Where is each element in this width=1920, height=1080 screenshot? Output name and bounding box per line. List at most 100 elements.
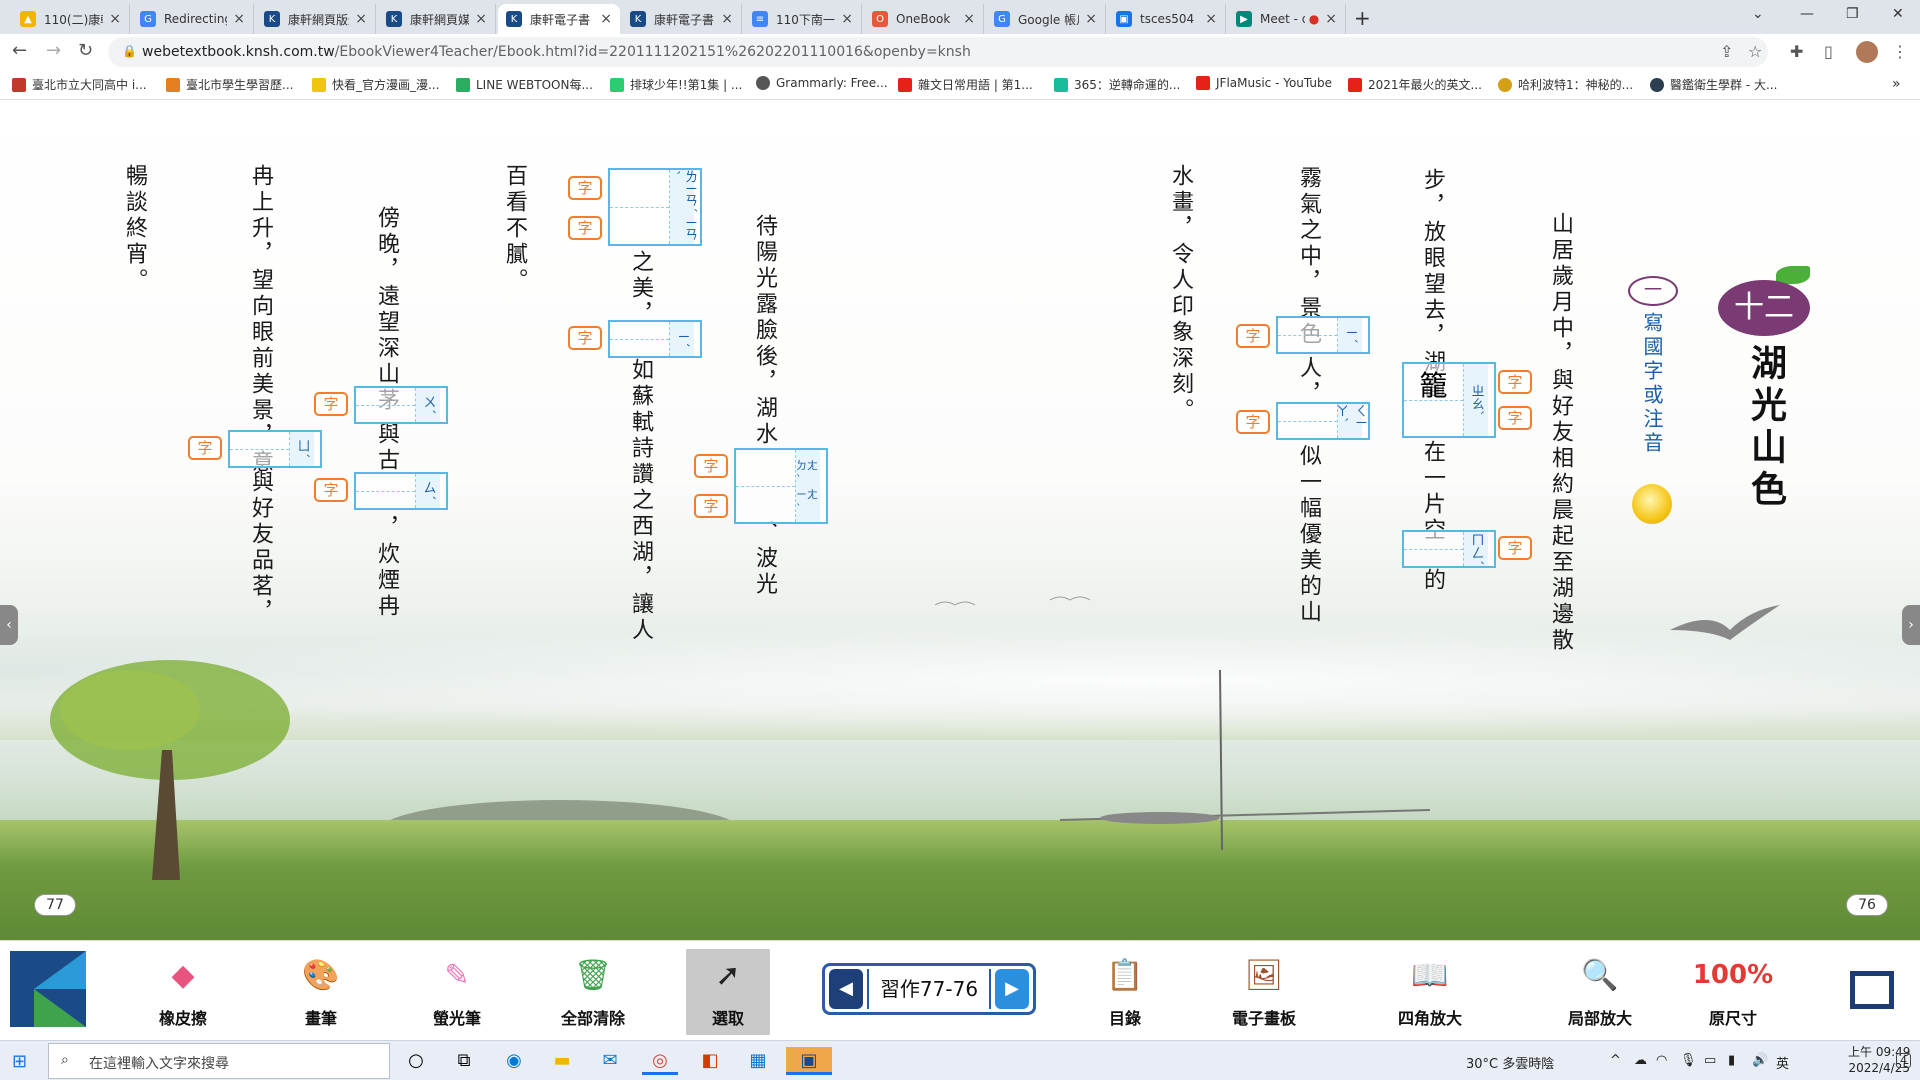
answer-box[interactable]: ㄩˊ — [228, 430, 322, 468]
browser-tab[interactable]: ▶ Meet - dbi ● × — [1228, 4, 1346, 34]
windows-start-icon[interactable]: ⊞ — [12, 1051, 27, 1072]
back-icon[interactable]: ← — [12, 40, 27, 61]
zi-button[interactable]: 字 — [188, 436, 222, 460]
zi-button[interactable]: 字 — [568, 176, 602, 200]
edge-icon[interactable]: ◉ — [496, 1047, 532, 1075]
highlighter-tool[interactable]: ✎ 螢光筆 — [412, 949, 502, 1035]
bookmark-item[interactable]: 2021年最火的英文... — [1348, 76, 1482, 93]
original-size-tool[interactable]: 100% 原尺寸 — [1688, 949, 1778, 1035]
zi-button[interactable]: 字 — [1236, 410, 1270, 434]
knsh-ebook-taskbar-icon[interactable]: ▣ — [786, 1047, 832, 1075]
share-icon[interactable]: ⇪ — [1720, 42, 1733, 61]
next-page-arrow[interactable]: › — [1902, 605, 1920, 645]
microphone-icon[interactable]: 🎙 — [1680, 1053, 1697, 1068]
select-tool[interactable]: ➚ 選取 — [686, 949, 770, 1035]
browser-tab[interactable]: K 康軒網頁版煤體 × — [256, 4, 376, 34]
clear-all-tool[interactable]: 🗑 全部清除 — [548, 949, 638, 1035]
close-tab-icon[interactable]: × — [721, 11, 733, 27]
bookmark-item[interactable]: 雜文日常用語 | 第1... — [898, 76, 1033, 93]
fullscreen-button[interactable] — [1850, 971, 1894, 1009]
bookmarks-overflow-icon[interactable]: » — [1892, 76, 1901, 92]
zi-button[interactable]: 字 — [314, 392, 348, 416]
tab-search-icon[interactable]: ⌄ — [1752, 6, 1764, 22]
next-page-button[interactable]: ▶ — [995, 969, 1029, 1009]
zi-button[interactable]: 字 — [694, 454, 728, 478]
close-tab-icon[interactable]: × — [475, 11, 487, 27]
bookmark-star-icon[interactable]: ☆ — [1748, 42, 1762, 61]
office-icon[interactable]: ◧ — [692, 1047, 728, 1075]
lock-icon[interactable]: 🔒 — [122, 44, 137, 58]
answer-box[interactable]: ㄇㄥˊ — [1402, 530, 1496, 568]
prev-page-arrow[interactable]: ‹ — [0, 605, 18, 645]
network-icon[interactable]: ☁ — [1634, 1053, 1647, 1068]
whiteboard-tool[interactable]: 🖼 電子畫板 — [1216, 949, 1312, 1035]
answer-box[interactable]: ㄉㄤˋ ㄧㄤˋ — [734, 448, 828, 524]
zi-button[interactable]: 字 — [568, 326, 602, 350]
close-tab-icon[interactable]: × — [1325, 11, 1337, 27]
browser-tab[interactable]: G Google 帳戶 × — [986, 4, 1106, 34]
browser-tab[interactable]: K 康軒電子書 × — [622, 4, 742, 34]
menu-icon[interactable]: ⋮ — [1892, 42, 1908, 61]
extensions-icon[interactable]: ✚ — [1790, 42, 1803, 61]
address-bar[interactable]: 🔒 webetextbook.knsh.com.tw/EbookViewer4T… — [108, 37, 1768, 67]
lightbulb-hint-icon[interactable] — [1632, 484, 1672, 524]
file-explorer-icon[interactable]: ▬ — [544, 1047, 580, 1075]
browser-tab[interactable]: G Redirecting × — [132, 4, 254, 34]
weather-widget[interactable]: 30°C 多雲時陰 — [1466, 1053, 1554, 1072]
minimize-icon[interactable]: — — [1800, 6, 1814, 22]
browser-tab[interactable]: K 康軒網頁媒體盒 × — [378, 4, 496, 34]
knsh-logo[interactable] — [10, 951, 86, 1027]
answer-box[interactable]: ㄨˊ — [354, 386, 448, 424]
tray-overflow-icon[interactable]: ^ — [1610, 1053, 1621, 1068]
restore-icon[interactable]: ❐ — [1846, 6, 1859, 22]
answer-box[interactable]: ㄙˊ — [354, 472, 448, 510]
close-tab-icon[interactable]: × — [1085, 11, 1097, 27]
profile-avatar[interactable] — [1856, 41, 1878, 63]
answer-box[interactable]: 籠 ㄓㄠˋ — [1402, 362, 1496, 438]
side-panel-icon[interactable]: ▯ — [1824, 42, 1833, 61]
browser-tab[interactable]: ▣ tsces504 × — [1108, 4, 1226, 34]
close-tab-icon[interactable]: × — [109, 11, 121, 27]
close-tab-icon[interactable]: × — [963, 11, 975, 27]
forward-icon[interactable]: → — [46, 40, 61, 61]
answer-box[interactable]: ㄧˊ — [1276, 316, 1370, 354]
corner-zoom-tool[interactable]: 📖 四角放大 — [1362, 949, 1498, 1035]
zi-button[interactable]: 字 — [1236, 324, 1270, 348]
bookmark-item[interactable]: LINE WEBTOON每... — [456, 76, 593, 93]
battery-icon[interactable]: ▮ — [1728, 1053, 1735, 1068]
new-tab-button[interactable]: + — [1354, 6, 1371, 30]
zi-button[interactable]: 字 — [314, 478, 348, 502]
close-tab-icon[interactable]: × — [841, 11, 853, 27]
bookmark-item[interactable]: 醫鑑衛生學群 - 大... — [1650, 76, 1777, 93]
wifi-icon[interactable]: ◠ — [1656, 1053, 1667, 1068]
answer-box[interactable]: ㄌㄧㄢˊ ㄧㄢˋ — [608, 168, 702, 246]
store-icon[interactable]: ▦ — [740, 1047, 776, 1075]
eraser-tool[interactable]: ◆ 橡皮擦 — [138, 949, 228, 1035]
close-tab-icon[interactable]: × — [355, 11, 367, 27]
notification-badge[interactable]: 4 — [1896, 1053, 1911, 1068]
bookmark-item[interactable]: Grammarly: Free... — [756, 76, 888, 90]
zi-button[interactable]: 字 — [568, 216, 602, 240]
volume-icon[interactable]: 🔊 — [1752, 1053, 1768, 1068]
chrome-icon[interactable]: ◎ — [642, 1047, 678, 1075]
close-tab-icon[interactable]: × — [1205, 11, 1217, 27]
close-tab-icon[interactable]: × — [233, 11, 245, 27]
local-zoom-tool[interactable]: 🔍 局部放大 — [1552, 949, 1648, 1035]
bookmark-item[interactable]: 哈利波特1：神秘的... — [1498, 76, 1633, 93]
bookmark-item[interactable]: 快看_官方漫画_漫... — [312, 76, 439, 93]
bookmark-item[interactable]: 365：逆轉命運的... — [1054, 76, 1180, 93]
browser-tab[interactable]: O OneBook × — [864, 4, 984, 34]
close-window-icon[interactable]: ✕ — [1892, 6, 1904, 22]
close-tab-icon[interactable]: × — [600, 11, 612, 27]
cortana-icon[interactable]: ○ — [398, 1047, 434, 1075]
answer-box[interactable]: ㄑㄧㄚˋ — [1276, 402, 1370, 440]
ime-indicator[interactable]: 英 — [1776, 1053, 1789, 1072]
bookmark-item[interactable]: 臺北市立大同高中 i... — [12, 76, 147, 93]
bookmark-item[interactable]: JFlaMusic - YouTube — [1196, 76, 1332, 90]
browser-tab[interactable]: ≡ 110下南一線上 × — [744, 4, 862, 34]
zi-button[interactable]: 字 — [1498, 536, 1532, 560]
browser-tab-active[interactable]: K 康軒電子書 × — [498, 4, 620, 34]
taskbar-search-box[interactable]: ⌕ 在這裡輸入文字來搜尋 — [48, 1043, 390, 1079]
task-view-icon[interactable]: ⧉ — [446, 1047, 482, 1075]
mail-icon[interactable]: ✉ — [592, 1047, 628, 1075]
